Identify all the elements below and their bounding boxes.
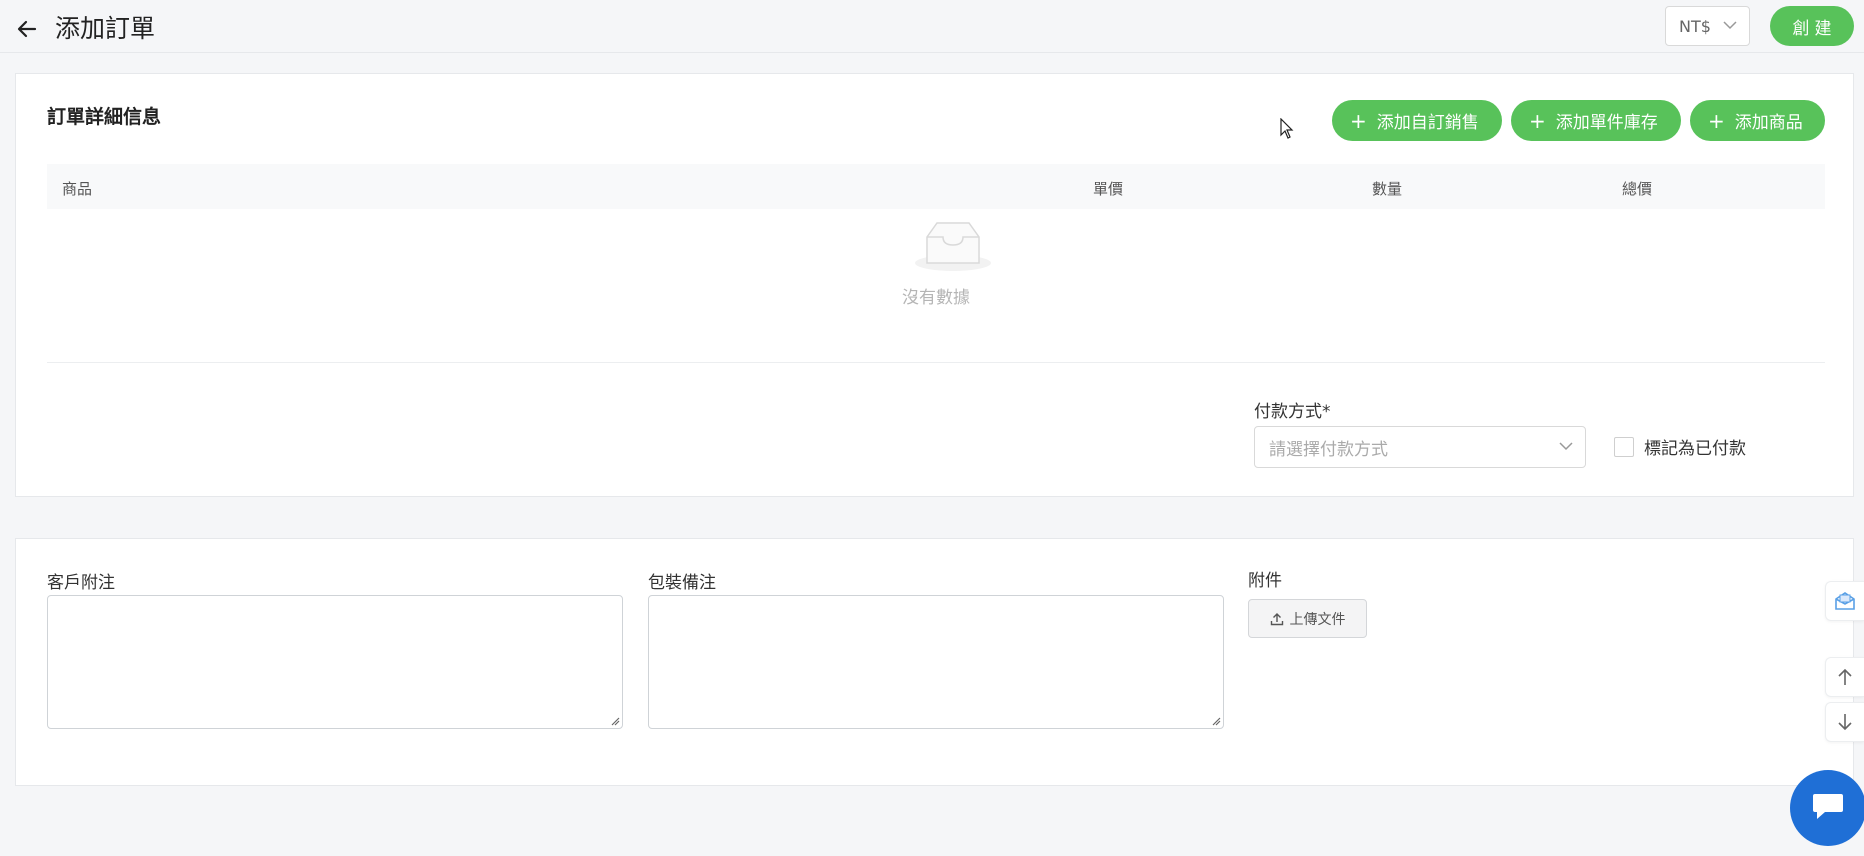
mark-paid-label: 標記為已付款 [1644, 439, 1746, 459]
column-quantity: 數量 [1372, 180, 1403, 198]
arrow-down-icon [1838, 714, 1852, 731]
chevron-down-icon [1559, 442, 1573, 451]
inbox-icon [915, 222, 991, 271]
order-details-card: 訂單詳細信息 + 添加自訂銷售 + 添加單件庫存 + 添加商品 商品 單價 數量… [15, 73, 1854, 497]
mouse-cursor-icon [1280, 118, 1294, 139]
message-side-button[interactable] [1825, 581, 1864, 621]
arrow-up-icon [1838, 668, 1852, 685]
mark-paid-checkbox[interactable]: 標記為已付款 [1614, 434, 1746, 459]
add-product-label: 添加商品 [1734, 113, 1803, 133]
payment-method-select[interactable]: 請選擇付款方式 [1254, 426, 1586, 468]
column-product: 商品 [62, 180, 93, 198]
payment-method-placeholder: 請選擇付款方式 [1269, 439, 1388, 460]
back-button[interactable] [14, 16, 40, 42]
scroll-up-button[interactable] [1825, 657, 1864, 697]
section-title: 訂單詳細信息 [47, 106, 162, 128]
chat-button[interactable] [1790, 770, 1864, 846]
add-single-stock-button[interactable]: + 添加單件庫存 [1511, 100, 1681, 141]
page-title: 添加訂單 [55, 14, 156, 43]
arrow-left-icon [17, 20, 37, 38]
column-unit-price: 單價 [1093, 180, 1124, 198]
column-total: 總價 [1622, 180, 1653, 198]
plus-icon: + [1708, 108, 1725, 133]
attachment-label: 附件 [1248, 571, 1282, 591]
upload-icon [1270, 612, 1283, 625]
empty-text: 沒有數據 [902, 288, 970, 308]
resize-handle-icon[interactable] [610, 716, 620, 726]
add-single-stock-label: 添加單件庫存 [1555, 113, 1658, 133]
top-bar: 添加訂單 NT$ 創建 [0, 0, 1864, 53]
add-custom-sale-label: 添加自訂銷售 [1376, 113, 1479, 133]
scroll-down-button[interactable] [1825, 702, 1864, 742]
table-header: 商品 單價 數量 總價 [47, 164, 1825, 209]
notes-card: 客戶附注 包裝備注 附件 上傳文件 [15, 538, 1854, 786]
add-product-button[interactable]: + 添加商品 [1690, 100, 1825, 141]
payment-method-label: 付款方式* [1254, 402, 1331, 422]
currency-value: NT$ [1679, 16, 1711, 36]
packing-note-textarea[interactable] [648, 595, 1224, 729]
empty-state: 沒有數據 [47, 209, 1825, 363]
create-button[interactable]: 創建 [1770, 6, 1854, 46]
mail-icon [1835, 592, 1855, 610]
customer-note-label: 客戶附注 [47, 573, 115, 593]
upload-file-button[interactable]: 上傳文件 [1248, 599, 1367, 638]
plus-icon: + [1529, 108, 1546, 133]
add-custom-sale-button[interactable]: + 添加自訂銷售 [1332, 100, 1502, 141]
chat-icon [1813, 794, 1843, 819]
upload-file-label: 上傳文件 [1289, 611, 1346, 628]
checkbox-box[interactable] [1614, 436, 1634, 457]
customer-note-textarea[interactable] [47, 595, 623, 729]
packing-note-label: 包裝備注 [648, 573, 716, 593]
resize-handle-icon[interactable] [1211, 716, 1221, 726]
chevron-down-icon [1723, 21, 1737, 30]
currency-select[interactable]: NT$ [1665, 6, 1750, 46]
plus-icon: + [1350, 108, 1367, 133]
